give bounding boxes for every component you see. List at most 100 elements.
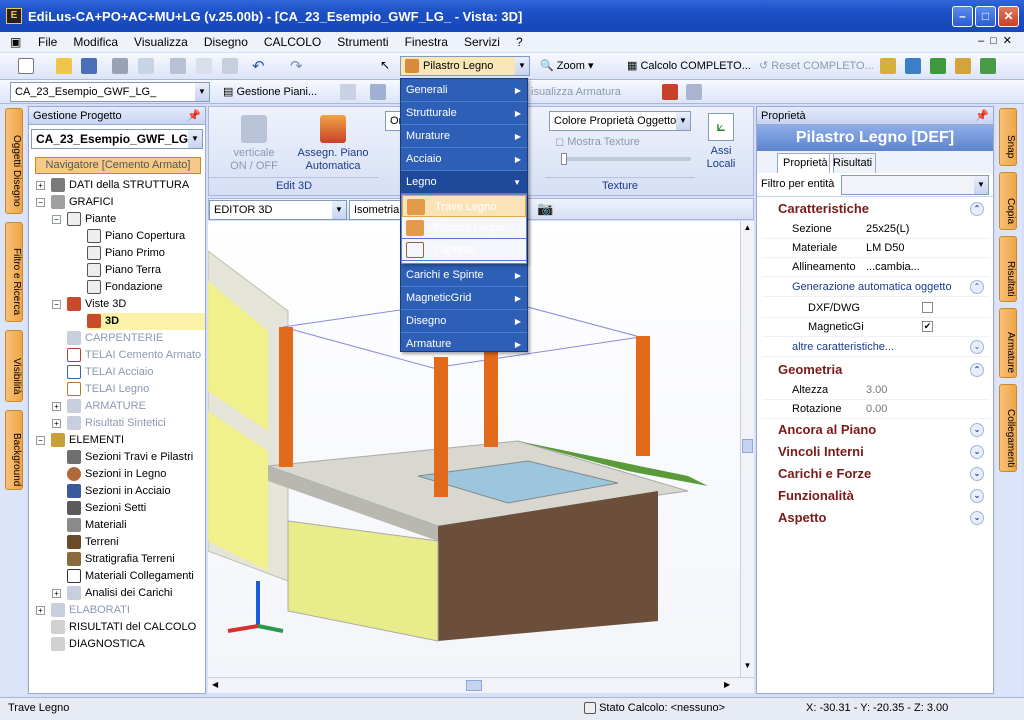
tree-risultati-calcolo[interactable]: RISULTATI del CALCOLO (51, 619, 196, 636)
tree-sezioni-setti[interactable]: Sezioni Setti (67, 500, 146, 517)
collapse-icon[interactable]: ⌃ (970, 363, 984, 377)
tree-carpenterie[interactable]: CARPENTERIE (67, 330, 163, 347)
expand-icon[interactable]: + (52, 419, 61, 428)
prop-magneticgrid[interactable]: MagneticGi ✔ (762, 318, 990, 337)
open-icon[interactable] (56, 58, 72, 74)
tab-background[interactable]: Background (5, 410, 23, 490)
tree-grafici[interactable]: GRAFICI (51, 194, 114, 211)
tree-stratigrafia[interactable]: Stratigrafia Terreni (67, 551, 175, 568)
check-icon[interactable] (930, 58, 946, 74)
tree-viste-3d[interactable]: Viste 3D (67, 296, 126, 313)
menu-generali[interactable]: Generali ▶ (401, 79, 527, 102)
tab-risultati-side[interactable]: Risultati (999, 236, 1017, 302)
submenu-capriata[interactable]: Capriata (402, 239, 526, 261)
submenu-pilastro-legno[interactable]: Pilastro Legno (402, 217, 526, 239)
scroll-thumb[interactable] (742, 439, 753, 453)
expand-icon[interactable]: ⌄ (970, 445, 984, 459)
collapse-icon[interactable]: ⌃ (970, 280, 984, 294)
gestione-piani-button[interactable]: ▤ Gestione Piani... (220, 82, 320, 102)
menu-strumenti[interactable]: Strumenti (329, 35, 396, 49)
slider-thumb[interactable] (561, 153, 567, 165)
section-funzionalita[interactable]: Funzionalità ⌄ (762, 486, 990, 506)
vertical-toggle-button[interactable]: verticale ON / OFF (219, 115, 289, 173)
menu-armature[interactable]: Armature ▶ (401, 333, 527, 356)
tree-elaborati[interactable]: ELABORATI (51, 602, 130, 619)
tree-terreni[interactable]: Terreni (67, 534, 119, 551)
redo-icon[interactable]: ↷ (290, 57, 303, 75)
tree-telai-acciaio[interactable]: TELAI Acciaio (67, 364, 153, 381)
navigator-header[interactable]: Navigatore [Cemento Armato] (35, 157, 201, 174)
undo-icon[interactable]: ↶ (252, 57, 265, 75)
submenu-trave-legno[interactable]: Trave Legno (402, 195, 526, 217)
section-aspetto[interactable]: Aspetto ⌄ (762, 508, 990, 528)
collapse-icon[interactable]: − (52, 215, 61, 224)
section-geometria[interactable]: Geometria ⌃ (762, 360, 990, 380)
menu-visualizza[interactable]: Visualizza (126, 35, 196, 49)
dxf-checkbox[interactable] (922, 302, 933, 313)
cut-icon[interactable] (170, 58, 186, 74)
project-panel-combo[interactable]: CA_23_Esempio_GWF_LG_ ▼ (31, 129, 203, 149)
prop-allineamento[interactable]: Allineamento ...cambia... (762, 258, 990, 277)
collapse-icon[interactable]: − (36, 198, 45, 207)
pointer-icon[interactable]: ↖ (380, 58, 390, 72)
tree-materiali[interactable]: Materiali (67, 517, 127, 534)
print-icon[interactable] (112, 58, 128, 74)
tree-elementi[interactable]: ELEMENTI (51, 432, 124, 449)
tree-diagnostica[interactable]: DIAGNOSTICA (51, 636, 145, 653)
tree-fondazione[interactable]: Fondazione (87, 279, 163, 296)
maximize-button[interactable]: □ (975, 6, 996, 27)
section-carichi[interactable]: Carichi e Forze ⌄ (762, 464, 990, 484)
frame-icon[interactable] (370, 84, 386, 100)
assign-floor-button[interactable]: Assegn. Piano Automatica (293, 115, 373, 173)
menu-magneticgrid[interactable]: MagneticGrid ▶ (401, 287, 527, 310)
prop-gen-auto[interactable]: Generazione automatica oggetto ⌃ (762, 278, 990, 297)
expand-icon[interactable]: + (52, 589, 61, 598)
report-icon[interactable] (955, 58, 971, 74)
tab-proprieta[interactable]: Proprietà (777, 153, 834, 173)
copy-icon[interactable] (196, 58, 212, 74)
magneticgrid-checkbox[interactable]: ✔ (922, 321, 933, 332)
texture-slider[interactable] (561, 153, 691, 165)
tab-filtro-ricerca[interactable]: Filtro e Ricerca (5, 222, 23, 322)
save-icon[interactable] (81, 58, 97, 74)
minimize-button[interactable]: – (952, 6, 973, 27)
menu-murature[interactable]: Murature ▶ (401, 125, 527, 148)
collapse-icon[interactable]: − (36, 436, 45, 445)
new-icon[interactable] (18, 58, 34, 74)
filter-combo[interactable]: ▼ (841, 175, 989, 195)
scroll-up-icon[interactable]: ▲ (742, 223, 753, 235)
show-texture-toggle[interactable]: ◻ Mostra Texture (555, 135, 640, 148)
scroll-left-icon[interactable]: ◀ (212, 680, 218, 689)
menu-legno[interactable]: Legno ▼ (401, 171, 527, 194)
mdi-controls[interactable]: –□✕ (978, 34, 1018, 47)
expand-icon[interactable]: + (36, 181, 45, 190)
section-caratteristiche[interactable]: Caratteristiche ⌃ (762, 199, 990, 219)
tree-dati-struttura[interactable]: DATI della STRUTTURA (51, 177, 189, 194)
tree-3d-selected[interactable]: 3D (87, 313, 205, 330)
prop-altezza[interactable]: Altezza 3.00 (762, 381, 990, 400)
table-icon[interactable] (905, 58, 921, 74)
mdi-doc-icon[interactable]: ▣ (0, 35, 30, 49)
tab-snap[interactable]: Snap (999, 108, 1017, 166)
export-icon[interactable] (686, 84, 702, 100)
local-axes-button[interactable]: ⟀ Assi Locali (703, 113, 739, 171)
tab-collegamenti[interactable]: Collegamenti (999, 384, 1017, 472)
prop-rotazione[interactable]: Rotazione 0.00 (762, 400, 990, 419)
camera-icon[interactable]: 📷 (537, 201, 553, 217)
tree-risultati-sintetici[interactable]: Risultati Sintetici (67, 415, 166, 432)
tree-analisi-carichi[interactable]: Analisi dei Carichi (67, 585, 172, 602)
zoom-button[interactable]: 🔍 Zoom ▾ (537, 56, 596, 76)
hatch-icon[interactable] (340, 84, 356, 100)
expand-icon[interactable]: ⌄ (970, 467, 984, 481)
grid-icon[interactable] (880, 58, 896, 74)
menu-disegno[interactable]: Disegno (196, 35, 256, 49)
paste-icon[interactable] (222, 58, 238, 74)
tree-telai-ca[interactable]: TELAI Cemento Armato (67, 347, 201, 364)
collapse-icon[interactable]: − (52, 300, 61, 309)
tab-oggetti-disegno[interactable]: Oggetti Disegno (5, 108, 23, 214)
expand-icon[interactable]: ⌄ (970, 423, 984, 437)
menu-file[interactable]: File (30, 35, 65, 49)
scroll-down-icon[interactable]: ▼ (742, 661, 753, 673)
expand-icon[interactable]: ⌄ (970, 340, 984, 354)
verify-icon[interactable] (980, 58, 996, 74)
